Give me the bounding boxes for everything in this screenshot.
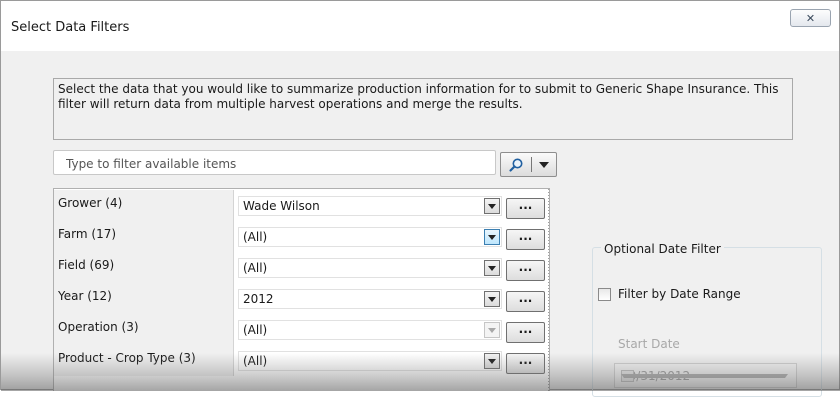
filter-label-cell: Operation (3) [54,314,234,345]
filter-label: Grower (4) [58,196,123,210]
dialog-title: Select Data Filters [11,20,130,35]
filter-value-combo[interactable]: (All) [238,351,502,371]
filter-label: Product - Crop Type (3) [58,351,196,365]
filter-value-combo[interactable]: Wade Wilson [238,196,502,216]
search-split-button[interactable] [500,152,557,177]
browse-button[interactable]: ... [506,322,545,343]
filter-label: Operation (3) [58,320,139,334]
close-button[interactable]: ✕ [790,9,831,27]
filter-value: (All) [243,230,268,244]
filter-label-cell: Field (69) [54,252,234,283]
filter-value-combo[interactable]: (All) [238,227,502,247]
select-data-filters-dialog: Select Data Filters ✕ Select the data th… [0,0,840,397]
filter-row: Farm (17) (All)... [54,221,549,252]
chevron-down-icon[interactable] [621,374,788,378]
browse-button[interactable]: ... [506,260,545,281]
filter-label-cell: Product - Crop Type (3) [54,345,234,376]
browse-button[interactable]: ... [506,198,545,219]
filter-label: Field (69) [58,258,115,272]
description-box: Select the data that you would like to s… [53,78,793,140]
start-date-label: Start Date [618,337,680,351]
filter-label: Year (12) [58,289,112,303]
chevron-down-icon[interactable] [484,229,500,245]
filter-label-cell: Year (12) [54,283,234,314]
browse-button[interactable]: ... [506,291,545,312]
title-bar: Select Data Filters ✕ [1,1,839,51]
chevron-down-icon[interactable] [484,260,500,276]
filter-value: (All) [243,323,268,337]
filter-row: Operation (3) (All)... [54,314,549,345]
filter-label-cell: Grower (4) [54,190,234,221]
filter-search-box [53,150,496,175]
chevron-down-icon[interactable] [484,322,500,338]
filter-row: Field (69) (All)... [54,252,549,283]
filter-value-combo[interactable]: 2012 [238,289,502,309]
filter-search-input[interactable] [64,152,488,175]
filter-value: (All) [243,261,268,275]
chevron-down-icon[interactable] [484,353,500,369]
filter-label: Farm (17) [58,227,117,241]
filter-row: Grower (4) Wade Wilson... [54,190,549,221]
filter-value-combo[interactable]: (All) [238,258,502,278]
chevron-down-icon[interactable] [532,161,556,168]
filter-value: 2012 [243,292,274,306]
chevron-down-icon[interactable] [484,291,500,307]
filter-by-date-label[interactable]: Filter by Date Range [618,287,741,301]
filter-value: (All) [243,354,268,368]
date-filter-group-title: Optional Date Filter [601,242,724,256]
filter-by-date-checkbox[interactable] [598,288,611,301]
search-icon[interactable] [501,157,531,173]
filter-row: Year (12) 2012... [54,283,549,314]
filter-row: Product - Crop Type (3) (All)... [54,345,549,376]
filter-value: Wade Wilson [243,199,320,213]
filter-grid: Grower (4) Wade Wilson... Farm (17) (All)..… [53,188,550,391]
close-icon: ✕ [805,11,816,25]
filter-label-cell: Farm (17) [54,221,234,252]
chevron-down-icon[interactable] [484,198,500,214]
start-date-picker[interactable]: 10/31/2012 [614,363,797,388]
filter-value-combo[interactable]: (All) [238,320,502,340]
browse-button[interactable]: ... [506,229,545,250]
browse-button[interactable]: ... [506,353,545,374]
